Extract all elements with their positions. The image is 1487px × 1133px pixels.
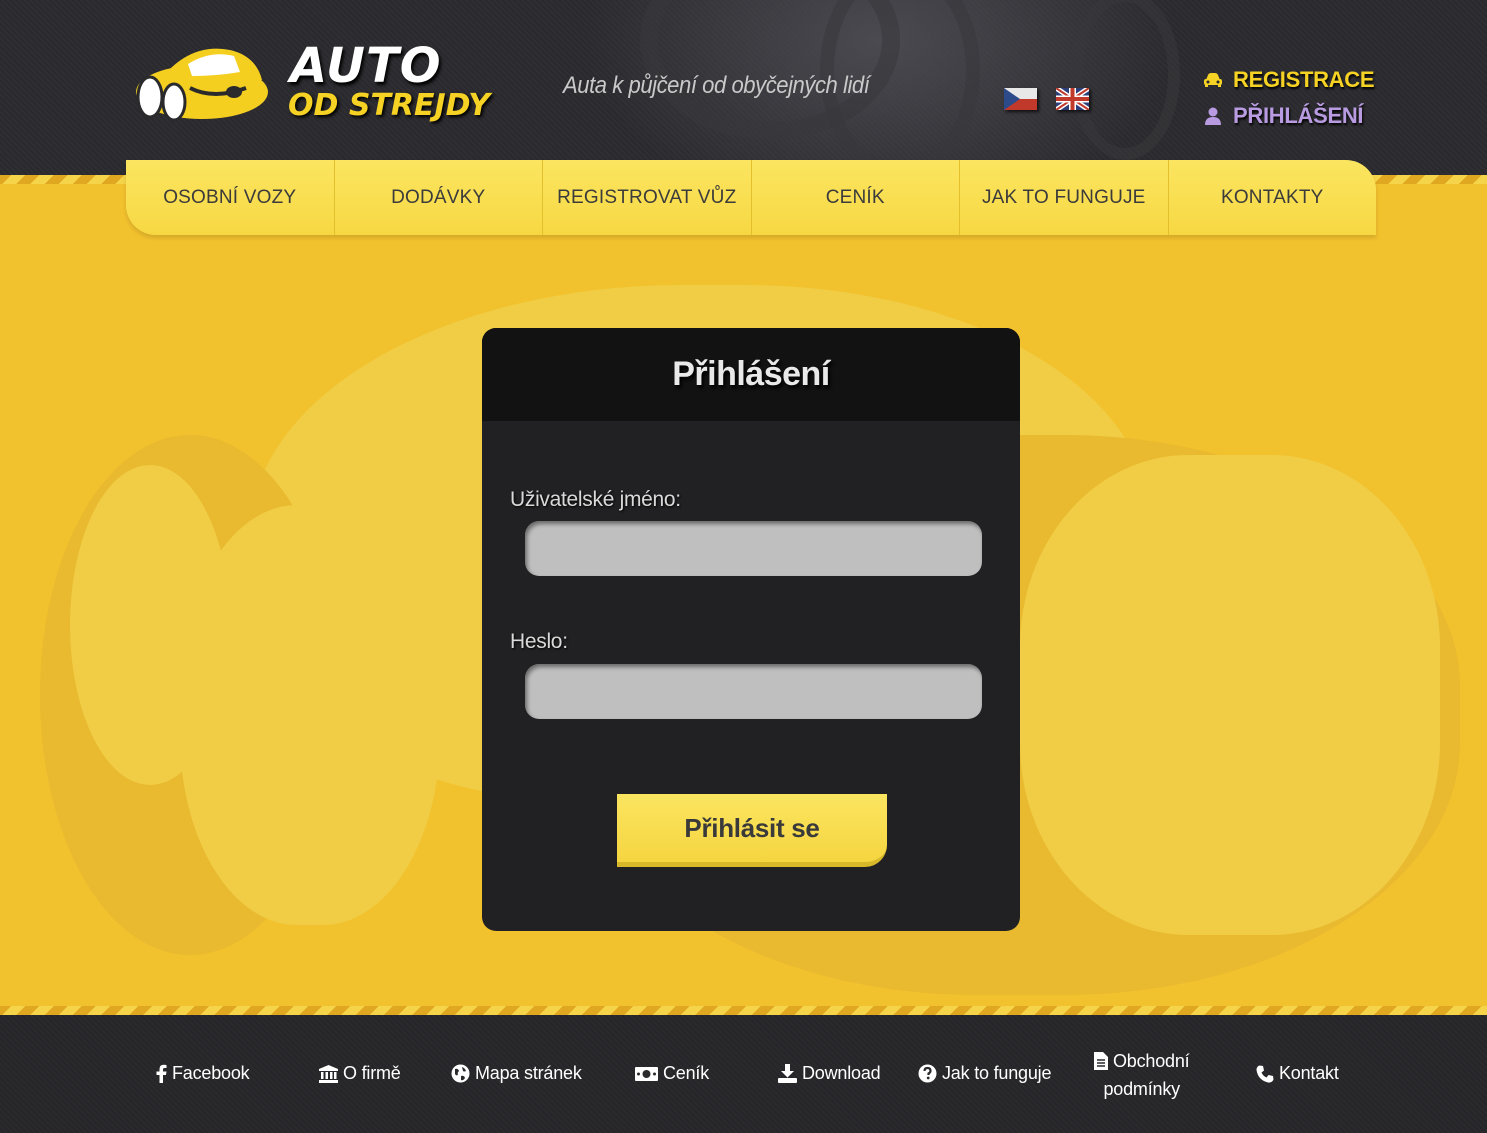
footer-terms-label-line1: Obchodní [1113,1051,1190,1071]
login-header: Přihlášení [482,328,1020,421]
footer-terms-row: Obchodní [1094,1047,1190,1075]
header-bg-wheel [1070,0,1180,160]
username-label: Uživatelské jméno: [510,488,681,511]
login-title: Přihlášení [672,355,830,393]
footer-about-label: O firmě [343,1063,401,1083]
username-input[interactable] [525,521,982,576]
login-submit-button[interactable]: Přihlásit se [617,794,887,867]
download-icon [778,1064,797,1083]
uk-flag-icon[interactable] [1056,88,1089,110]
footer-download-label: Download [802,1063,881,1083]
footer-link-facebook[interactable]: Facebook [156,1063,250,1084]
site-logo[interactable]: AUTO OD STREJDY [130,38,510,133]
footer-link-sitemap[interactable]: Mapa stránek [451,1063,582,1084]
footer-pricing-label: Ceník [663,1063,710,1083]
footer-link-download[interactable]: Download [778,1063,881,1084]
nav-item-contacts[interactable]: KONTAKTY [1169,160,1377,235]
nav-item-vans[interactable]: DODÁVKY [335,160,543,235]
footer-link-pricing[interactable]: Ceník [635,1063,709,1084]
footer-facebook-label: Facebook [172,1063,250,1083]
register-label: REGISTRACE [1233,67,1375,92]
logo-text-subtitle: OD STREJDY [288,88,490,123]
nav-item-cars[interactable]: OSOBNÍ VOZY [126,160,335,235]
money-icon [635,1066,658,1081]
main-navigation: OSOBNÍ VOZY DODÁVKY REGISTROVAT VŮZ CENÍ… [126,160,1376,235]
facebook-icon [156,1064,167,1083]
nav-item-register-car[interactable]: REGISTROVAT VŮZ [543,160,752,235]
user-icon [1205,107,1221,125]
footer-link-terms[interactable]: Obchodní podmínky [1094,1047,1190,1103]
document-icon [1094,1052,1108,1070]
bg-rear-reflector [1350,555,1410,725]
bg-wheel-mid [180,505,440,925]
phone-icon [1256,1065,1274,1083]
logo-car-icon [136,48,268,122]
globe-icon [451,1064,470,1083]
car-icon [1204,73,1222,87]
cz-flag-icon[interactable] [1004,88,1037,110]
nav-item-pricing[interactable]: CENÍK [752,160,960,235]
password-label: Heslo: [510,630,568,653]
site-tagline: Auta k půjčení od obyčejných lidí [563,72,870,99]
login-panel: Přihlášení Uživatelské jméno: Heslo: Při… [482,328,1020,931]
nav-item-how-it-works[interactable]: JAK TO FUNGUJE [960,160,1169,235]
logo-text-auto: AUTO [290,38,442,94]
footer-link-about[interactable]: O firmě [319,1063,401,1084]
account-links: REGISTRACE PŘIHLÁŠENÍ [1203,62,1375,134]
footer-contact-label: Kontakt [1279,1063,1339,1083]
bank-icon [319,1064,338,1083]
footer-link-how-it-works[interactable]: Jak to funguje [918,1063,1051,1084]
login-link[interactable]: PŘIHLÁŠENÍ [1203,98,1374,134]
hazard-stripe-bottom [0,1006,1487,1015]
footer-terms-label-line2: podmínky [1103,1079,1181,1099]
footer-how-it-works-label: Jak to funguje [942,1063,1052,1083]
login-label: PŘIHLÁŠENÍ [1233,103,1364,128]
footer-sitemap-label: Mapa stránek [475,1063,582,1083]
site-header: AUTO OD STREJDY Auta k půjčení od obyčej… [0,0,1487,175]
question-icon [918,1064,937,1083]
register-link[interactable]: REGISTRACE [1203,62,1375,98]
site-footer: Facebook O firmě Mapa stránek Ceník Down… [0,1015,1487,1133]
password-input[interactable] [525,664,982,719]
footer-link-contact[interactable]: Kontakt [1256,1063,1339,1084]
